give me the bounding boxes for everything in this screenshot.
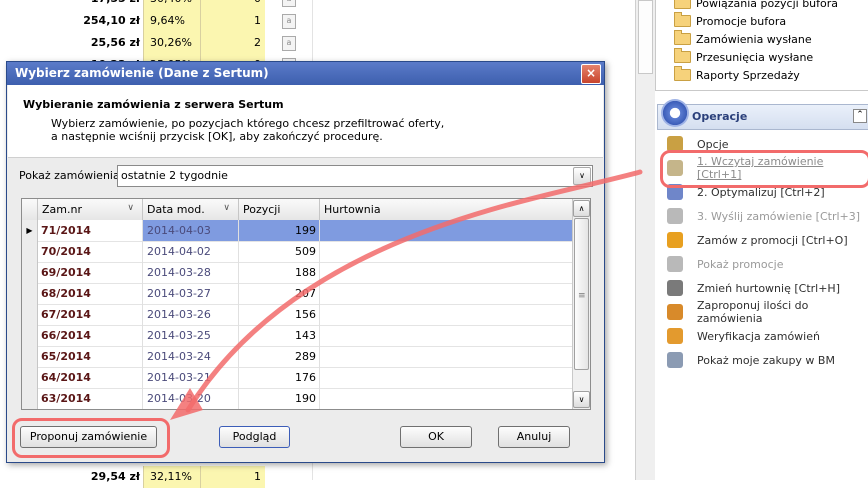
- annotation-highlight-propose: [12, 418, 170, 458]
- annotation-highlight-load: [660, 150, 868, 188]
- annotation-arrow-line: [185, 169, 643, 413]
- annotation-arrow: [170, 169, 643, 420]
